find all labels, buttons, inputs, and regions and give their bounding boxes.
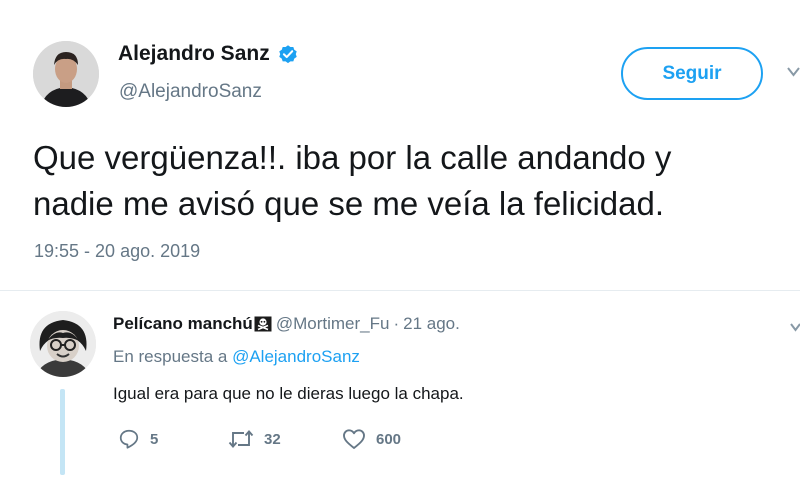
tweet-timestamp[interactable]: 19:55 - 20 ago. 2019 — [34, 241, 200, 262]
likes-count: 600 — [376, 430, 402, 448]
reply-to-context: En respuesta a @AlejandroSanz — [113, 347, 360, 367]
reply-author-avatar[interactable] — [30, 311, 96, 377]
like-button[interactable]: 600 — [342, 428, 452, 450]
divider — [0, 290, 800, 291]
chevron-down-icon[interactable] — [787, 66, 800, 78]
verified-badge-icon — [278, 45, 297, 64]
heart-icon — [343, 429, 365, 449]
author-handle[interactable]: @AlejandroSanz — [119, 81, 262, 103]
follow-button[interactable]: Seguir — [621, 47, 763, 100]
skull-crossbones-flag-icon — [254, 316, 272, 332]
thread-line — [60, 389, 65, 475]
tweet-text-line-2: nadie me avisó que se me veía la felicid… — [33, 185, 665, 222]
separator-dot: · — [393, 314, 400, 333]
reply-author-handle[interactable]: @Mortimer_Fu — [276, 314, 390, 334]
retweets-count: 32 — [264, 430, 281, 448]
retweet-icon — [228, 430, 254, 448]
reply-chevron-down-icon[interactable] — [790, 322, 800, 332]
tweet-text-line-1: Que vergüenza!!. iba por la calle andand… — [33, 139, 672, 176]
reply-actions: 5 32 600 — [118, 428, 452, 450]
author-avatar[interactable] — [33, 41, 99, 107]
replies-count: 5 — [150, 430, 159, 448]
reply-icon — [119, 429, 139, 449]
reply-button[interactable]: 5 — [118, 428, 228, 450]
reply-date[interactable]: 21 ago. — [403, 314, 460, 334]
reply-to-handle-link[interactable]: @AlejandroSanz — [232, 347, 360, 366]
author-name-text[interactable]: Alejandro Sanz — [118, 42, 270, 66]
reply-header: Pelícano manchú @Mortimer_Fu · 21 ago. — [113, 314, 460, 334]
retweet-button[interactable]: 32 — [228, 428, 342, 450]
reply-author-name[interactable]: Pelícano manchú — [113, 314, 253, 334]
reply-text: Igual era para que no le dieras luego la… — [113, 384, 464, 403]
tweet-text: Que vergüenza!!. iba por la calle andand… — [33, 135, 793, 227]
author-name[interactable]: Alejandro Sanz — [118, 42, 299, 66]
reply-to-prefix: En respuesta a — [113, 347, 233, 366]
